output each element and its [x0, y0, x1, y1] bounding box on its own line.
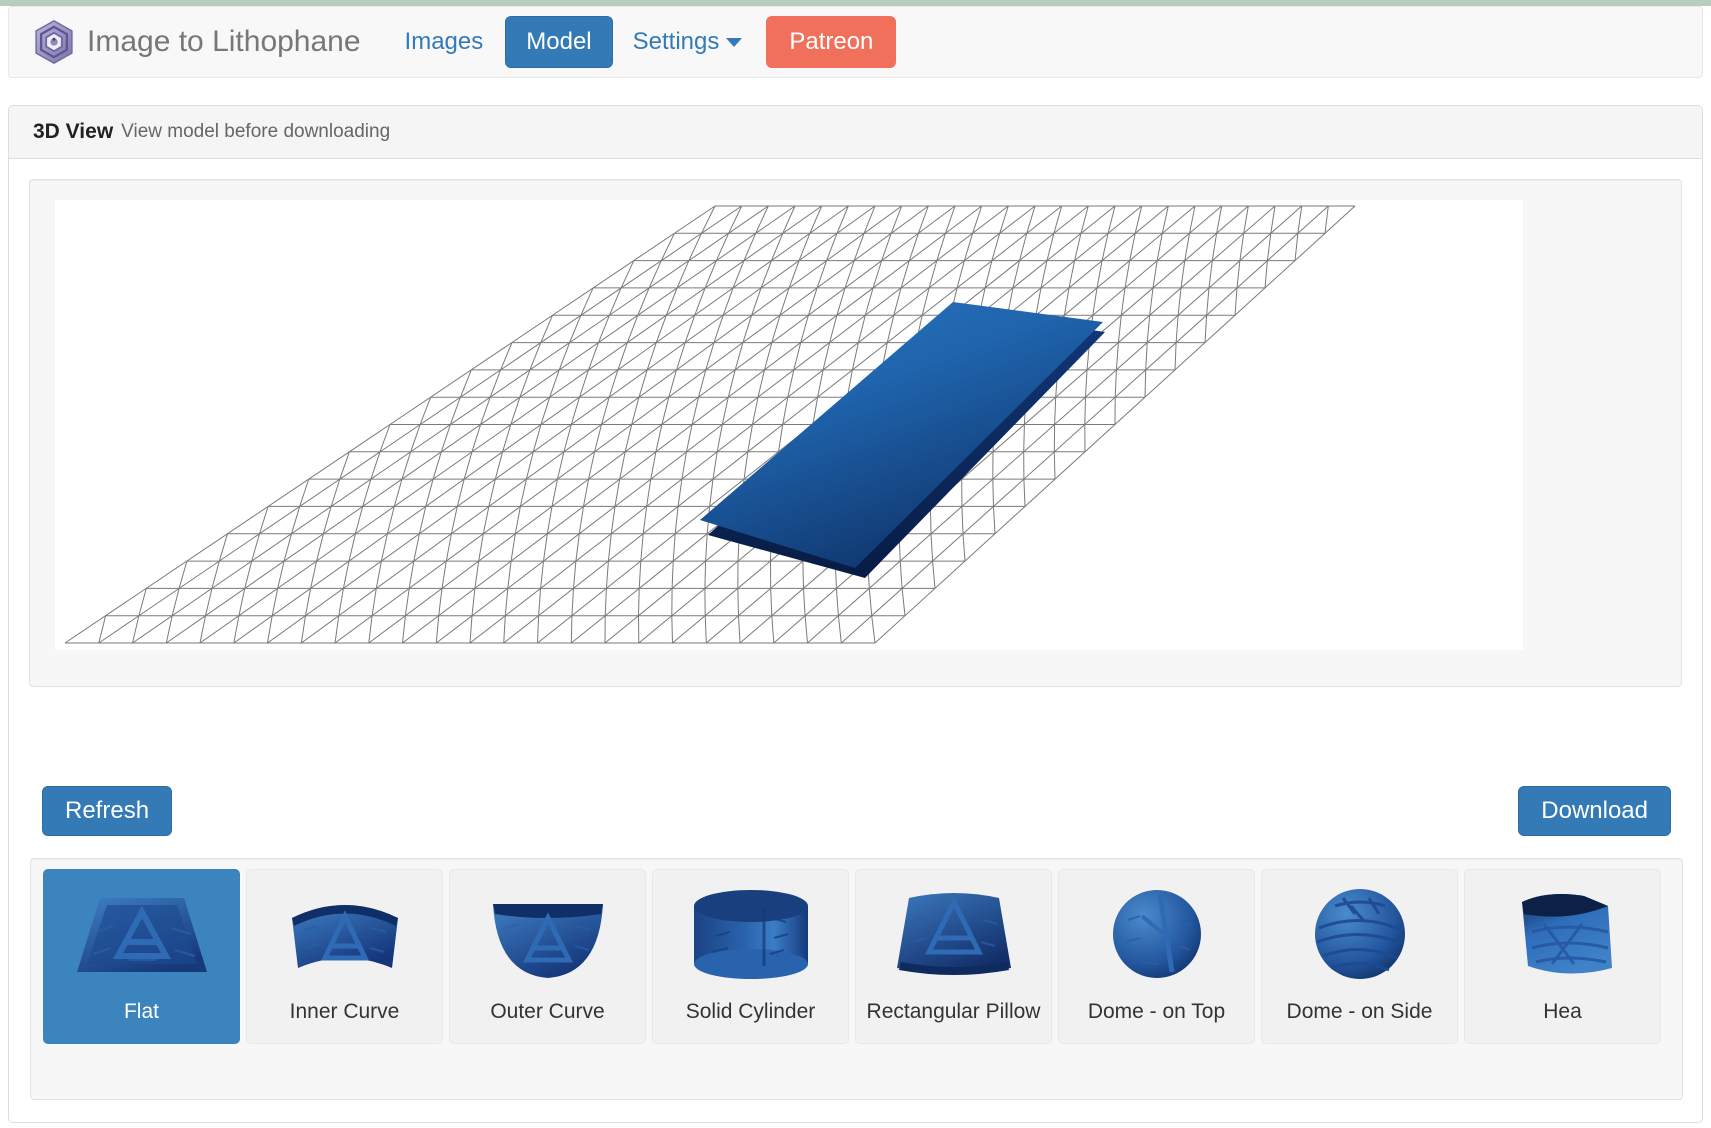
shape-gallery-strip: Flat Inner Curve Outer Curve Solid Cylin…: [43, 869, 1670, 1044]
nav-button-patreon[interactable]: Patreon: [766, 16, 897, 68]
viewer-well: [29, 179, 1682, 687]
shape-option-solid-cylinder[interactable]: Solid Cylinder: [652, 869, 849, 1044]
actions-row: Refresh Download: [30, 786, 1683, 846]
caret-down-icon: [726, 37, 743, 47]
nav-link-images[interactable]: Images: [389, 17, 500, 67]
hexagon-logo-icon: [35, 20, 73, 64]
shape-gallery-well: Flat Inner Curve Outer Curve Solid Cylin…: [30, 858, 1683, 1100]
shape-option-flat[interactable]: Flat: [43, 869, 240, 1044]
shape-option-heart[interactable]: Hea: [1464, 869, 1661, 1044]
page-title: 3D View: [33, 120, 114, 143]
download-button[interactable]: Download: [1518, 786, 1671, 836]
nav-button-model[interactable]: Model: [505, 16, 613, 68]
shape-option-solid-cylinder-label: Solid Cylinder: [685, 1000, 816, 1023]
outer-curve-thumbnail-icon: [492, 904, 603, 978]
shape-option-rectangular-pillow[interactable]: Rectangular Pillow: [855, 869, 1052, 1044]
page-subtitle: View model before downloading: [121, 121, 391, 142]
shape-option-dome-on-top[interactable]: Dome - on Top: [1058, 869, 1255, 1044]
app-root: Image to Lithophane Images Model Setting…: [0, 0, 1711, 1128]
nav-dropdown-settings-label: Settings: [632, 28, 720, 55]
build-plate-grid: [64, 205, 1356, 644]
shape-option-dome-on-side-label: Dome - on Side: [1286, 1000, 1433, 1023]
navbar: Image to Lithophane Images Model Setting…: [8, 6, 1703, 78]
panel-body: Refresh Download Flat Inner Curve Outer …: [9, 159, 1702, 1100]
rectangular-pillow-thumbnail-icon: [896, 893, 1011, 975]
viewer-canvas[interactable]: [55, 200, 1523, 650]
shape-option-inner-curve-label: Inner Curve: [289, 1000, 400, 1023]
shape-option-dome-on-side[interactable]: Dome - on Side: [1261, 869, 1458, 1044]
shape-option-dome-on-top-label: Dome - on Top: [1087, 1000, 1226, 1023]
model-render: [64, 205, 1356, 644]
shape-option-outer-curve-label: Outer Curve: [490, 1000, 605, 1023]
lithophane-plate: [700, 302, 1105, 578]
heart-thumbnail-icon: [1521, 894, 1612, 974]
dome-on-side-thumbnail-icon: [1314, 889, 1405, 979]
panel-heading: 3D View View model before downloading: [9, 106, 1702, 159]
shape-option-outer-curve[interactable]: Outer Curve: [449, 869, 646, 1044]
shape-option-flat-label: Flat: [123, 1000, 159, 1023]
solid-cylinder-thumbnail-icon: [693, 890, 808, 979]
refresh-button[interactable]: Refresh: [42, 786, 173, 836]
flat-thumbnail-icon: [76, 898, 207, 972]
brand-name: Image to Lithophane: [87, 25, 361, 58]
shape-gallery-track: Flat Inner Curve Outer Curve Solid Cylin…: [43, 869, 1670, 1044]
brand[interactable]: Image to Lithophane: [31, 19, 361, 65]
inner-curve-thumbnail-icon: [291, 905, 398, 968]
nav-dropdown-settings[interactable]: Settings: [619, 17, 757, 67]
panel-3d-view: 3D View View model before downloading Re…: [8, 105, 1703, 1123]
shape-option-rectangular-pillow-label: Rectangular Pillow: [866, 1000, 1041, 1023]
shape-option-inner-curve[interactable]: Inner Curve: [246, 869, 443, 1044]
shape-option-heart-label: Hea: [1543, 1000, 1582, 1023]
dome-on-top-thumbnail-icon: [1112, 890, 1201, 978]
